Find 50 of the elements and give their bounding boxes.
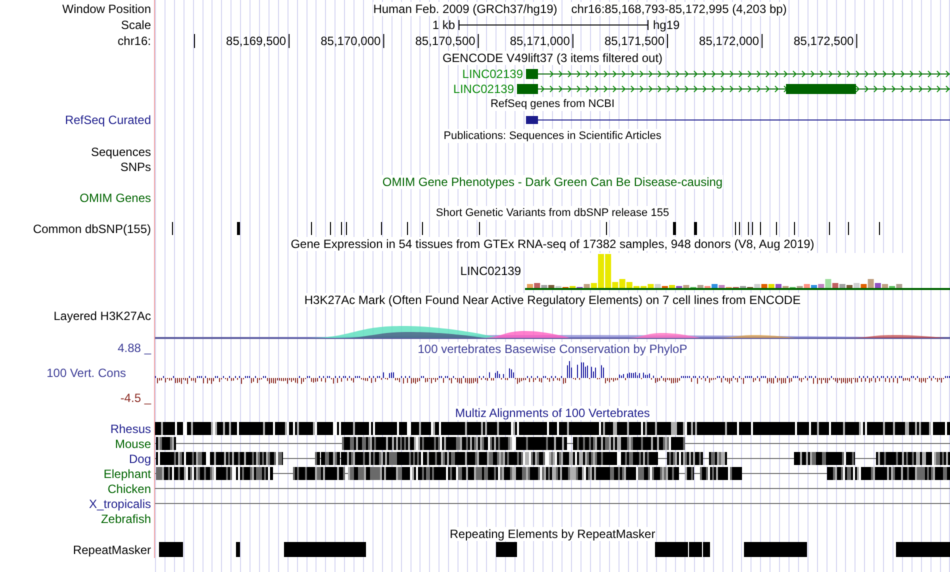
gene-label[interactable]: LINC02139 <box>453 82 514 96</box>
track-title: OMIM Gene Phenotypes - Dark Green Can Be Disease-causing <box>382 175 723 189</box>
track-label[interactable]: Zebrafish <box>100 512 151 526</box>
track-label[interactable]: SNPs <box>120 160 151 174</box>
track-title: Short Genetic Variants from dbSNP release 155 <box>436 206 670 220</box>
ruler-label: 85,172,500 <box>794 34 854 48</box>
track-label[interactable]: X_tropicalis <box>88 496 151 510</box>
gene-model-drawing[interactable] <box>526 69 950 79</box>
position-text: chr16:85,168,793-85,172,995 (4,203 bp) <box>571 2 787 16</box>
track-label[interactable]: RefSeq Curated <box>64 113 151 127</box>
track-label[interactable]: OMIM Genes <box>80 190 151 204</box>
expression-chart-drawing[interactable] <box>525 253 950 290</box>
track-label[interactable]: Window Position <box>62 2 151 16</box>
refseq-gene-drawing[interactable] <box>526 116 950 124</box>
gene-label[interactable]: LINC02139 <box>462 67 523 81</box>
track-label[interactable]: Sequences <box>90 144 151 158</box>
track-title: Publications: Sequences in Scientific Articles <box>444 129 662 143</box>
track-title: Repeating Elements by RepeatMasker <box>450 527 656 541</box>
track-title: H3K27Ac Mark (Often Found Near Active Regulatory Elements) on 7 cell lines from ENCODE <box>304 293 801 307</box>
ruler-label: 85,171,000 <box>510 34 570 48</box>
track-title: 100 vertebrates Basewise Conservation by PhyloP <box>418 342 688 356</box>
track-label[interactable]: Mouse <box>114 436 151 450</box>
gene-label[interactable]: LINC02139 <box>460 264 521 278</box>
track-title: Multiz Alignments of 100 Vertebrates <box>455 406 650 420</box>
ruler-label: 85,171,500 <box>604 34 664 48</box>
repeat-blocks-drawing[interactable] <box>159 542 950 557</box>
snp-ticks-drawing[interactable] <box>172 222 880 235</box>
track-label[interactable]: Dog <box>128 452 151 466</box>
track-title: Gene Expression in 54 tissues from GTEx RNA-seq of 17382 samples, 948 donors (V8, Aug 2019) <box>290 237 814 251</box>
scale-assembly: hg19 <box>653 18 680 32</box>
scale-label: 1 kb <box>432 18 455 32</box>
track-label[interactable]: Layered H3K27Ac <box>54 309 151 323</box>
ruler-label: 85,170,500 <box>415 34 476 48</box>
ruler-label: 85,172,000 <box>699 34 760 48</box>
track-title: RefSeq genes from NCBI <box>490 97 615 111</box>
track-label[interactable]: RepeatMasker <box>72 543 151 557</box>
gene-model-drawing[interactable] <box>516 84 950 94</box>
track-label[interactable]: chr16: <box>118 34 151 48</box>
track-label[interactable]: Scale <box>120 18 151 32</box>
ruler-label: 85,170,000 <box>320 34 381 48</box>
track-title: GENCODE V49lift37 (3 items filtered out) <box>442 51 663 65</box>
ruler-label: 85,169,500 <box>226 34 286 48</box>
track-label[interactable]: 100 Vert. Cons <box>46 366 126 380</box>
track-label[interactable]: Elephant <box>104 466 151 480</box>
track-label[interactable]: Common dbSNP(155) <box>32 222 151 236</box>
axis-min-label: -4.5 _ <box>120 391 151 405</box>
assembly-text: Human Feb. 2009 (GRCh37/hg19) <box>373 2 558 16</box>
track-label[interactable]: Rhesus <box>110 422 151 436</box>
track-label[interactable]: Chicken <box>108 482 151 496</box>
axis-max-label: 4.88 _ <box>118 341 151 355</box>
